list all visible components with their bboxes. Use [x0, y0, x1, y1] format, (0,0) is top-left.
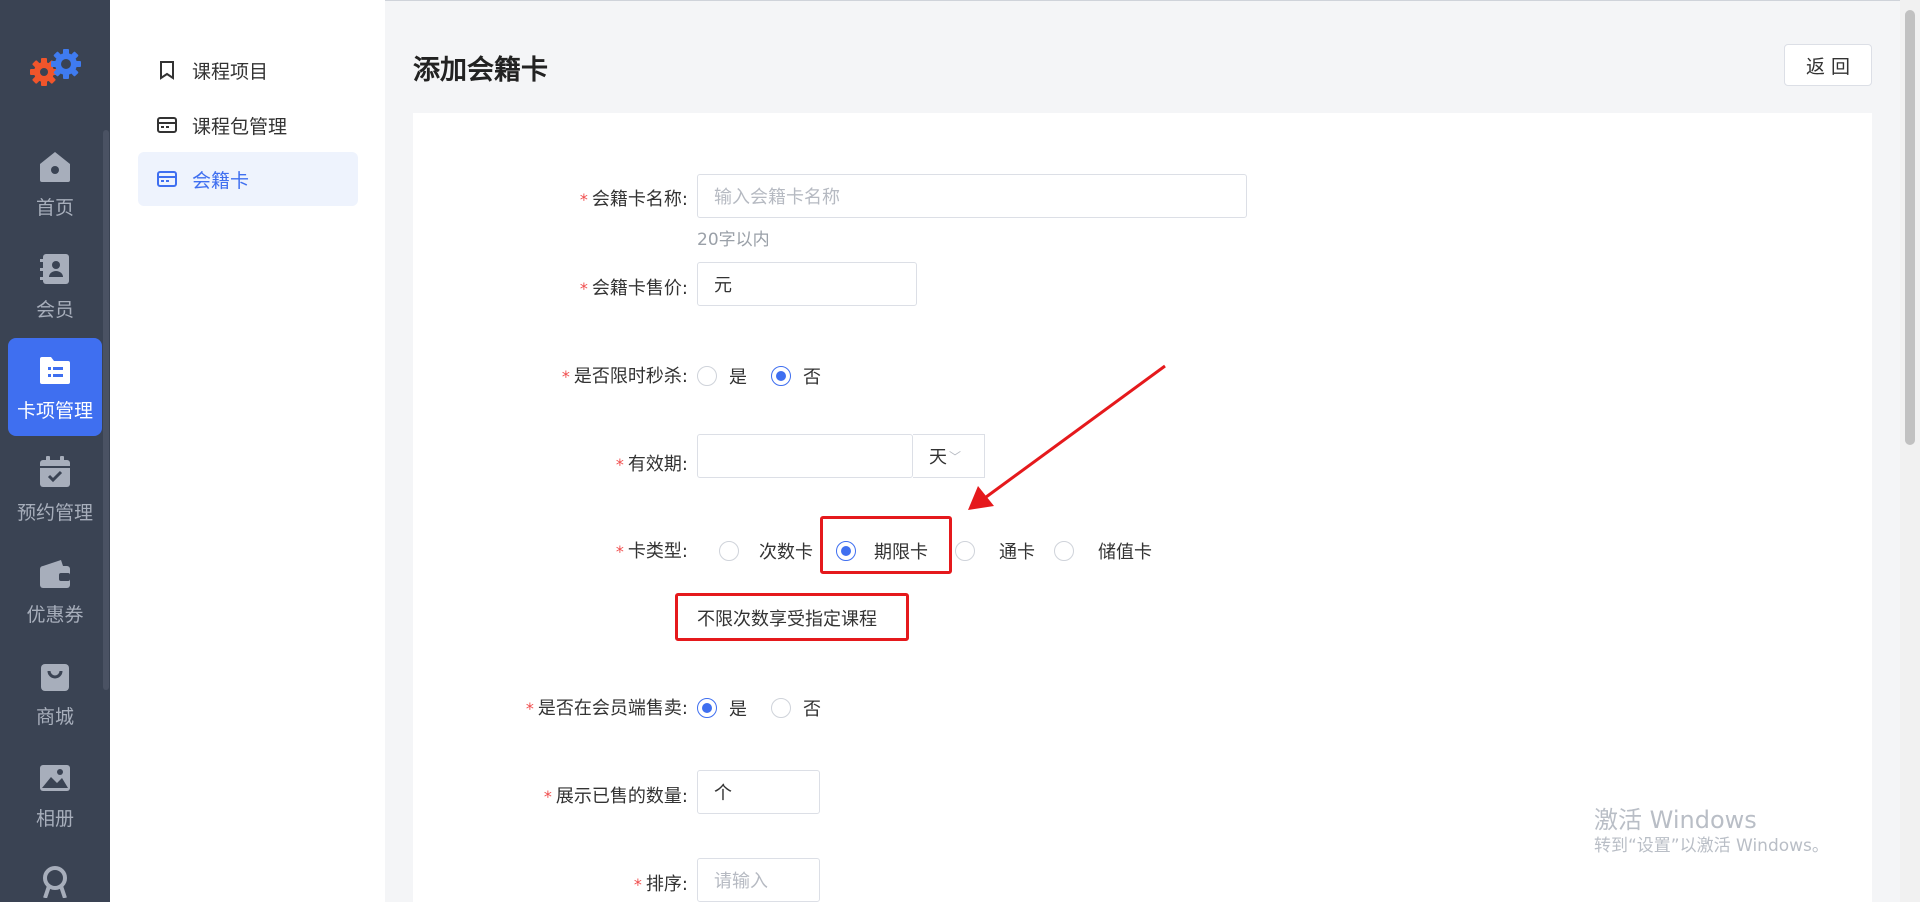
nav-item-label: 会员 [35, 298, 74, 321]
calendar-icon [37, 454, 73, 490]
sold-count-label: * 展示已售的数量: [543, 786, 688, 807]
period-card-highlight-box [820, 516, 952, 574]
member-icon [37, 251, 73, 287]
nav-item-home[interactable]: 首页 [8, 135, 102, 233]
member-sale-no-radio[interactable]: 否 [771, 695, 821, 721]
nav-item-coupon[interactable]: 优惠券 [8, 542, 102, 640]
nav-item-label: 商城 [35, 705, 74, 728]
image-icon [37, 760, 73, 796]
nav-item-card-management[interactable]: 卡项管理 [8, 338, 102, 436]
validity-label: * 有效期: [615, 454, 688, 475]
sort-label: * 排序: [633, 874, 688, 895]
nav-item-mall[interactable]: 商城 [8, 644, 102, 742]
card-folder-icon [37, 352, 73, 388]
windows-activation-title: 激活 Windows [1594, 806, 1757, 834]
scrollbar-thumb[interactable] [1905, 10, 1915, 445]
name-label: * 会籍卡名称: [579, 189, 688, 210]
price-input[interactable]: 元 [697, 262, 917, 306]
card-icon [156, 168, 178, 190]
subnav-item-label: 课程项目 [192, 60, 269, 83]
main-sidebar: 首页 会员 卡项管理 预约管理 优惠券 商城 相册 [0, 0, 110, 902]
page-scrollbar[interactable] [1900, 0, 1920, 902]
nav-item-album[interactable]: 相册 [8, 746, 102, 844]
price-label: * 会籍卡售价: [579, 278, 688, 299]
annotation-arrow [968, 364, 1166, 510]
subnav-item-label: 会籍卡 [192, 169, 250, 192]
validity-input[interactable] [697, 434, 913, 478]
shopping-bag-icon [37, 658, 73, 694]
nav-item-booking[interactable]: 预约管理 [8, 440, 102, 538]
support-icon[interactable] [37, 862, 73, 899]
gears-logo-icon [24, 44, 88, 94]
package-icon [156, 114, 178, 136]
flash-sale-no-radio[interactable]: 否 [771, 363, 821, 389]
description-highlight-box [675, 593, 909, 641]
flash-sale-yes-radio[interactable]: 是 [697, 363, 747, 389]
nav-item-label: 相册 [35, 807, 74, 830]
windows-activation-hint: 转到“设置”以激活 Windows。 [1594, 836, 1829, 856]
card-name-input[interactable]: 输入会籍卡名称 [697, 174, 1247, 218]
sold-count-input[interactable]: 个 [697, 770, 820, 814]
wallet-icon [37, 556, 73, 592]
back-button[interactable]: 返 回 [1784, 44, 1872, 86]
card-type-label: * 卡类型: [615, 541, 688, 562]
nav-item-label: 预约管理 [16, 501, 93, 524]
sidebar-scrollbar[interactable] [103, 130, 109, 690]
subnav-item-label: 课程包管理 [192, 115, 288, 138]
validity-unit-value: 天 [929, 447, 947, 468]
member-sale-yes-radio[interactable]: 是 [697, 695, 747, 721]
subnav-item-course-project[interactable]: 课程项目 [138, 43, 358, 97]
sub-sidebar: 课程项目 课程包管理 会籍卡 [110, 0, 385, 902]
nav-item-label: 优惠券 [26, 603, 84, 626]
card-type-stored-value-radio[interactable]: 储值卡 [1054, 538, 1152, 564]
nav-item-label: 首页 [35, 196, 74, 219]
subnav-item-course-package[interactable]: 课程包管理 [138, 98, 358, 152]
page-title: 添加会籍卡 [413, 55, 548, 86]
name-hint: 20字以内 [697, 230, 770, 250]
member-sale-label: * 是否在会员端售卖: [525, 698, 688, 719]
flash-sale-label: * 是否限时秒杀: [561, 366, 688, 387]
sort-input[interactable]: 请输入 [697, 858, 820, 902]
card-type-general-radio[interactable]: 通卡 [955, 538, 1035, 564]
subnav-item-membership-card[interactable]: 会籍卡 [138, 152, 358, 206]
nav-item-member[interactable]: 会员 [8, 237, 102, 335]
home-icon [37, 149, 73, 185]
nav-item-label: 卡项管理 [16, 399, 93, 422]
bookmark-icon [156, 59, 178, 81]
card-type-count-radio[interactable]: 次数卡 [719, 538, 813, 564]
